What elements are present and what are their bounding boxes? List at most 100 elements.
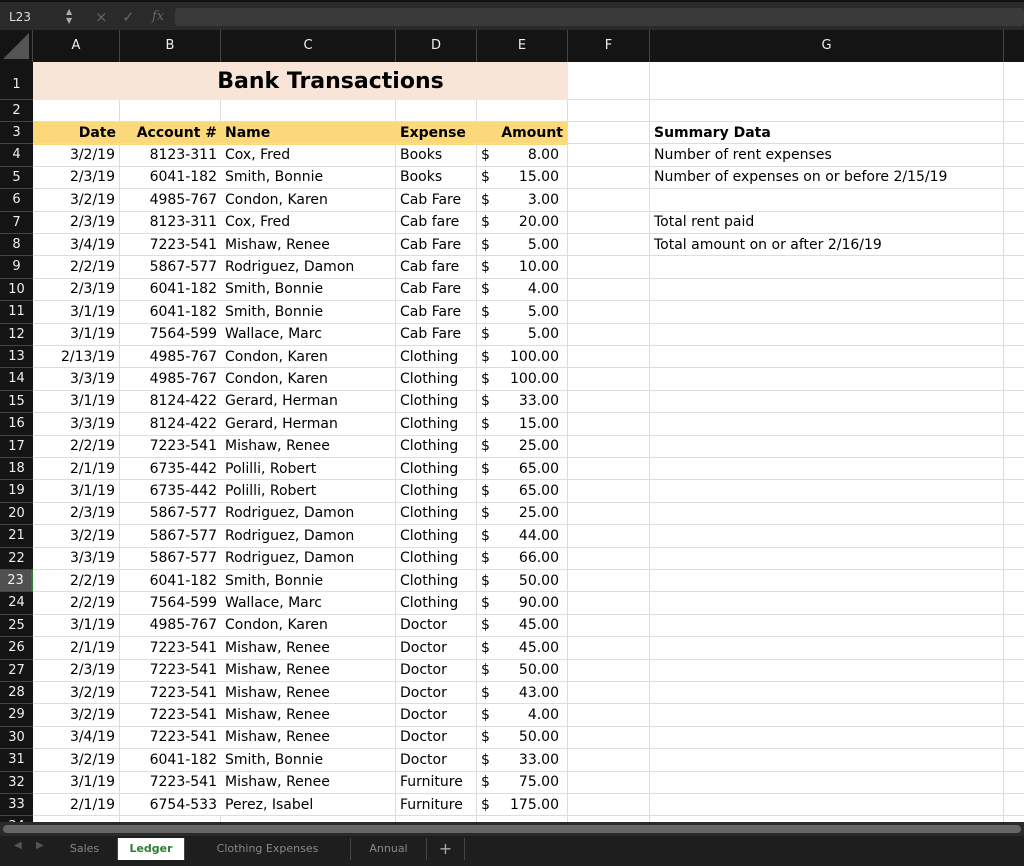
name-cell[interactable]: Gerard, Herman	[221, 413, 396, 436]
name-cell[interactable]: Mishaw, Renee	[221, 637, 396, 660]
cell[interactable]	[1004, 436, 1024, 458]
prev-sheet-icon[interactable]: ◀	[14, 840, 22, 851]
expense-cell[interactable]: Doctor	[396, 704, 477, 727]
cell[interactable]	[1004, 100, 1024, 122]
row-header-11[interactable]: 11	[0, 301, 33, 324]
cell[interactable]	[221, 100, 396, 122]
expense-cell[interactable]: Clothing	[396, 413, 477, 436]
expense-cell[interactable]: Furniture	[396, 794, 477, 817]
row-header-28[interactable]: 28	[0, 682, 33, 705]
expense-cell[interactable]: Cab fare	[396, 256, 477, 279]
cell[interactable]	[568, 592, 650, 615]
cell[interactable]	[568, 771, 650, 794]
account-cell[interactable]: 7223-541	[120, 637, 221, 660]
cell[interactable]	[1004, 346, 1024, 369]
date-cell[interactable]: 2/2/19	[33, 435, 120, 458]
account-cell[interactable]: 8124-422	[120, 391, 221, 414]
account-cell[interactable]: 7223-541	[120, 772, 221, 794]
cell[interactable]	[650, 100, 1004, 122]
expense-cell[interactable]: Doctor	[396, 749, 477, 772]
cell[interactable]	[650, 368, 1004, 391]
expense-cell[interactable]: Cab Fare	[396, 301, 477, 324]
row-header-20[interactable]: 20	[0, 502, 33, 526]
name-cell[interactable]: Smith, Bonnie	[221, 301, 396, 324]
row-header-17[interactable]: 17	[0, 435, 33, 458]
expense-cell[interactable]: Doctor	[396, 659, 477, 682]
name-cell[interactable]: Rodriguez, Damon	[221, 256, 396, 279]
cell[interactable]	[650, 301, 1004, 324]
name-cell[interactable]: Smith, Bonnie	[221, 570, 396, 593]
cell[interactable]	[1004, 234, 1024, 257]
expense-cell[interactable]: Cab Fare	[396, 278, 477, 302]
account-cell[interactable]: 5867-577	[120, 256, 221, 279]
summary-item[interactable]: Total rent paid	[650, 211, 1004, 234]
expense-cell[interactable]: Clothing	[396, 368, 477, 391]
row-header-5[interactable]: 5	[0, 166, 33, 190]
name-box-spinner-icon[interactable]: ▲ ▼	[66, 7, 72, 25]
row-header-2[interactable]: 2	[0, 100, 33, 122]
amount-cell[interactable]: $5.00	[477, 323, 568, 346]
amount-cell[interactable]: $4.00	[477, 704, 568, 727]
date-cell[interactable]: 3/4/19	[33, 234, 120, 257]
amount-cell[interactable]: $5.00	[477, 301, 568, 324]
cell[interactable]	[1004, 62, 1024, 100]
name-cell[interactable]: Rodriguez, Damon	[221, 502, 396, 526]
cell[interactable]	[650, 547, 1004, 570]
spreadsheet-grid[interactable]: ABCDEFG 1 2 3 4 5 6 7 8 9 10 11 12 13 14 15 16 17 18 19 20 2…	[0, 30, 1024, 822]
account-cell[interactable]: 6754-533	[120, 794, 221, 817]
account-cell[interactable]: 7564-599	[120, 592, 221, 615]
expense-cell[interactable]: Cab Fare	[396, 323, 477, 346]
expense-cell[interactable]: Clothing	[396, 435, 477, 458]
amount-cell[interactable]: $33.00	[477, 749, 568, 772]
amount-cell[interactable]: $45.00	[477, 614, 568, 638]
column-header-E[interactable]: E	[477, 30, 568, 62]
row-header-14[interactable]: 14	[0, 368, 33, 391]
cell[interactable]	[650, 435, 1004, 458]
column-header-A[interactable]: A	[33, 30, 120, 62]
name-cell[interactable]: Mishaw, Renee	[221, 682, 396, 705]
expense-cell[interactable]: Clothing	[396, 525, 477, 548]
column-header-F[interactable]: F	[568, 30, 650, 62]
row-header-26[interactable]: 26	[0, 637, 33, 660]
name-cell[interactable]: Gerard, Herman	[221, 390, 396, 414]
date-cell[interactable]: 3/1/19	[33, 301, 120, 324]
amount-cell[interactable]: $44.00	[477, 525, 568, 548]
expense-cell[interactable]: Clothing	[396, 390, 477, 414]
cell[interactable]	[1004, 772, 1024, 794]
amount-cell[interactable]: $50.00	[477, 570, 568, 593]
cell[interactable]	[568, 278, 650, 302]
row-header-24[interactable]: 24	[0, 592, 33, 615]
cell[interactable]	[568, 346, 650, 369]
expense-cell[interactable]: Doctor	[396, 726, 477, 750]
select-all-button[interactable]	[0, 30, 33, 62]
cell[interactable]	[568, 749, 650, 772]
cell[interactable]	[650, 637, 1004, 660]
cell[interactable]	[1004, 122, 1024, 145]
cell[interactable]	[1004, 570, 1024, 593]
expense-cell[interactable]: Clothing	[396, 458, 477, 481]
name-cell[interactable]: Cox, Fred	[221, 211, 396, 234]
next-sheet-icon[interactable]: ▶	[36, 840, 44, 851]
row-header-29[interactable]: 29	[0, 704, 33, 727]
expense-cell[interactable]: Clothing	[396, 570, 477, 593]
name-cell[interactable]: Mishaw, Renee	[221, 435, 396, 458]
date-cell[interactable]: 3/2/19	[33, 682, 120, 705]
cell[interactable]	[650, 794, 1004, 817]
cell[interactable]	[568, 659, 650, 682]
expense-cell[interactable]: Books	[396, 166, 477, 190]
date-cell[interactable]: 2/1/19	[33, 794, 120, 817]
cell[interactable]	[568, 502, 650, 526]
name-cell[interactable]: Condon, Karen	[221, 614, 396, 638]
cell[interactable]	[1004, 682, 1024, 705]
account-cell[interactable]: 4985-767	[120, 615, 221, 638]
expense-cell[interactable]: Clothing	[396, 480, 477, 503]
row-header-12[interactable]: 12	[0, 323, 33, 346]
cell[interactable]	[650, 480, 1004, 503]
cell[interactable]	[568, 726, 650, 750]
account-cell[interactable]: 6735-442	[120, 458, 221, 481]
cell[interactable]	[568, 368, 650, 391]
column-header[interactable]	[1004, 30, 1024, 62]
expense-cell[interactable]: Cab fare	[396, 211, 477, 234]
account-cell[interactable]: 4985-767	[120, 346, 221, 369]
date-cell[interactable]: 3/1/19	[33, 614, 120, 638]
